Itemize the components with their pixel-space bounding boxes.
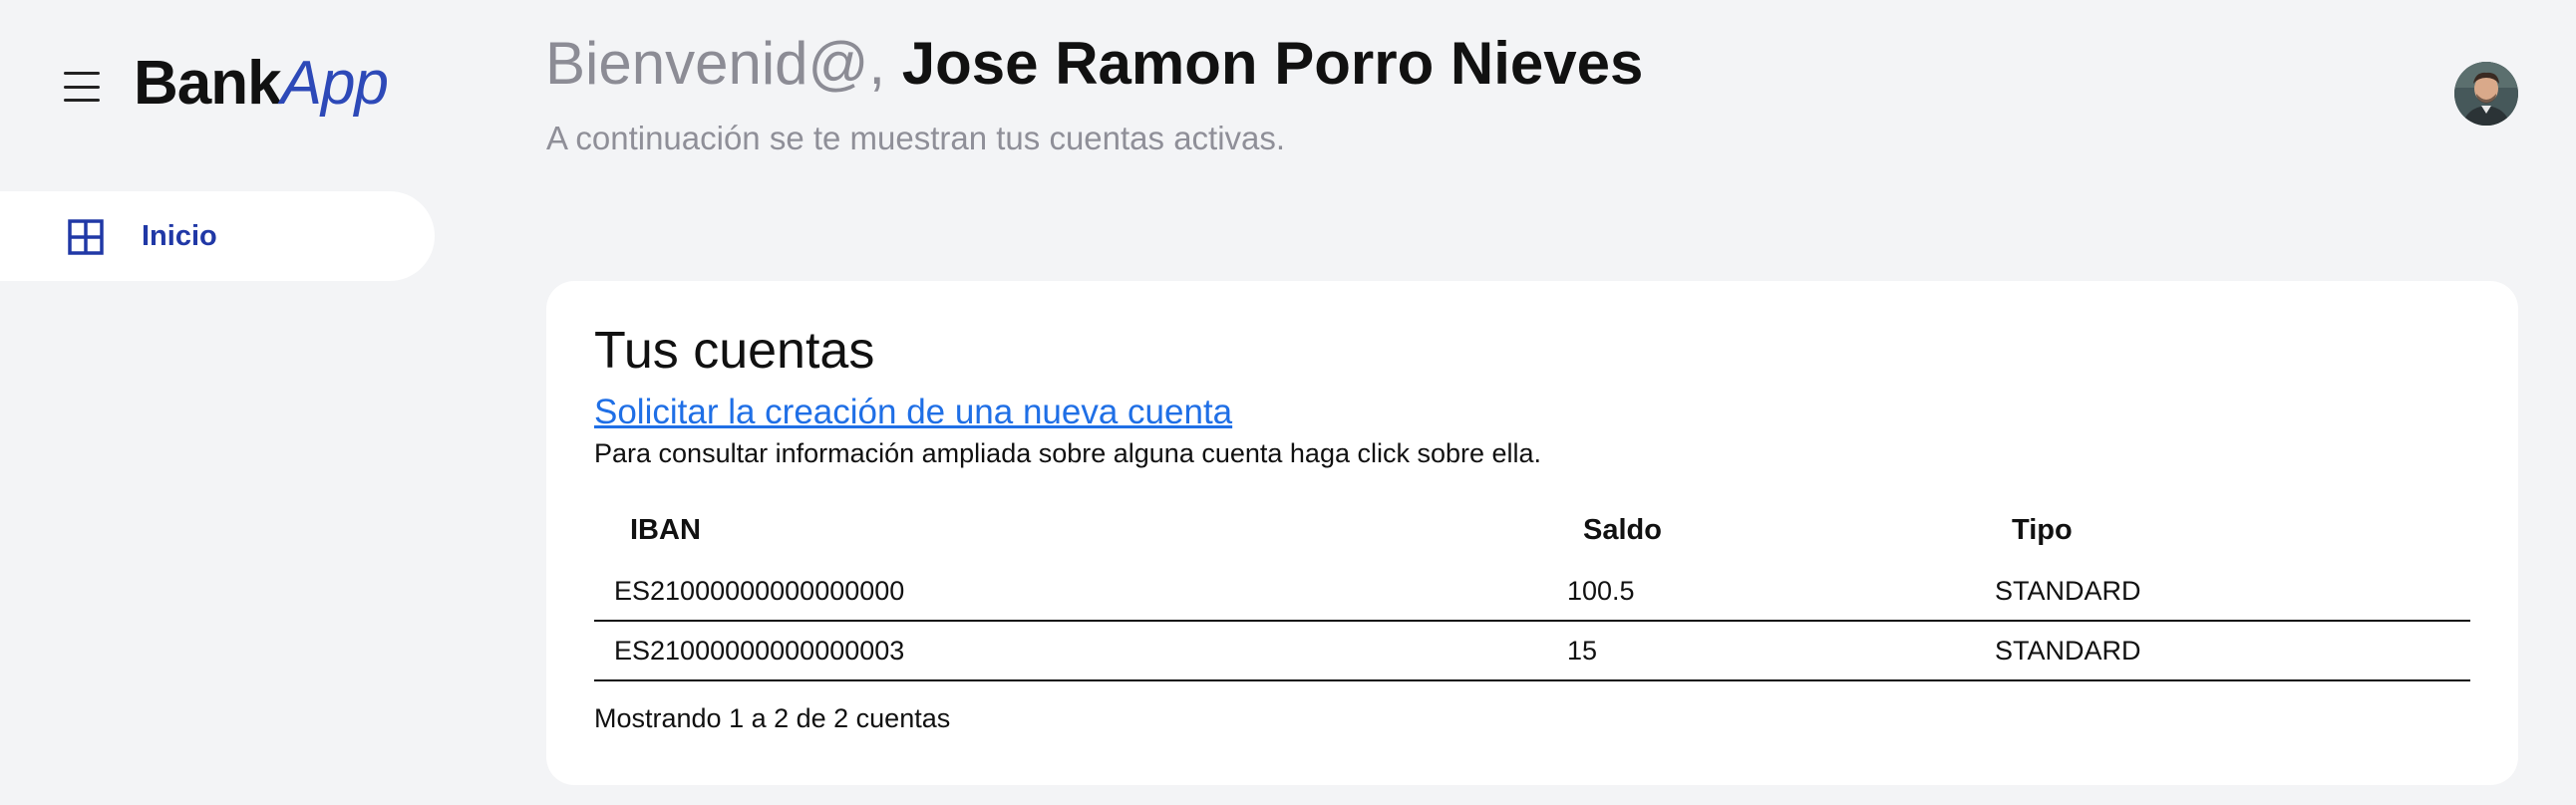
column-header-iban: IBAN <box>630 514 701 546</box>
logo-text-app: App <box>280 49 389 118</box>
cell-tipo: STANDARD <box>1995 576 2141 606</box>
column-header-saldo: Saldo <box>1583 514 1662 546</box>
new-account-link[interactable]: Solicitar la creación de una nueva cuent… <box>594 393 1232 432</box>
greeting-prefix: Bienvenid@, <box>545 30 886 97</box>
sidebar-item-inicio[interactable]: Inicio <box>0 191 435 281</box>
app-logo[interactable]: BankApp <box>134 44 389 124</box>
sidebar-item-label: Inicio <box>142 220 217 252</box>
avatar[interactable] <box>2454 62 2518 126</box>
column-header-tipo: Tipo <box>2012 514 2073 546</box>
grid-icon <box>68 219 104 255</box>
user-name: Jose Ramon Porro Nieves <box>901 30 1644 97</box>
table-row[interactable]: ES21000000000000003 15 STANDARD <box>594 622 2470 681</box>
page-title: Bienvenid@, Jose Ramon Porro Nieves <box>545 26 1643 102</box>
cell-saldo: 100.5 <box>1567 576 1635 606</box>
accounts-table: IBAN Saldo Tipo ES21000000000000000 100.… <box>594 498 2470 681</box>
table-row[interactable]: ES21000000000000000 100.5 STANDARD <box>594 562 2470 622</box>
avatar-image <box>2454 62 2518 126</box>
menu-bar <box>64 72 100 75</box>
page-subtitle: A continuación se te muestran tus cuenta… <box>546 120 1286 156</box>
cell-iban: ES21000000000000000 <box>614 576 905 606</box>
menu-icon[interactable] <box>64 72 100 102</box>
page: BankApp Inicio Bienvenid@, Jose Ramon Po… <box>0 0 2576 805</box>
card-hint: Para consultar información ampliada sobr… <box>594 438 1542 468</box>
table-header: IBAN Saldo Tipo <box>594 498 2470 562</box>
cell-tipo: STANDARD <box>1995 636 2141 666</box>
cell-saldo: 15 <box>1567 636 1598 666</box>
card-title: Tus cuentas <box>594 322 875 380</box>
menu-bar <box>64 85 100 89</box>
pagination-info: Mostrando 1 a 2 de 2 cuentas <box>594 703 951 733</box>
cell-iban: ES21000000000000003 <box>614 636 905 666</box>
menu-bar <box>64 99 100 102</box>
logo-text-bank: Bank <box>134 49 282 118</box>
accounts-card: Tus cuentas Solicitar la creación de una… <box>546 281 2518 785</box>
